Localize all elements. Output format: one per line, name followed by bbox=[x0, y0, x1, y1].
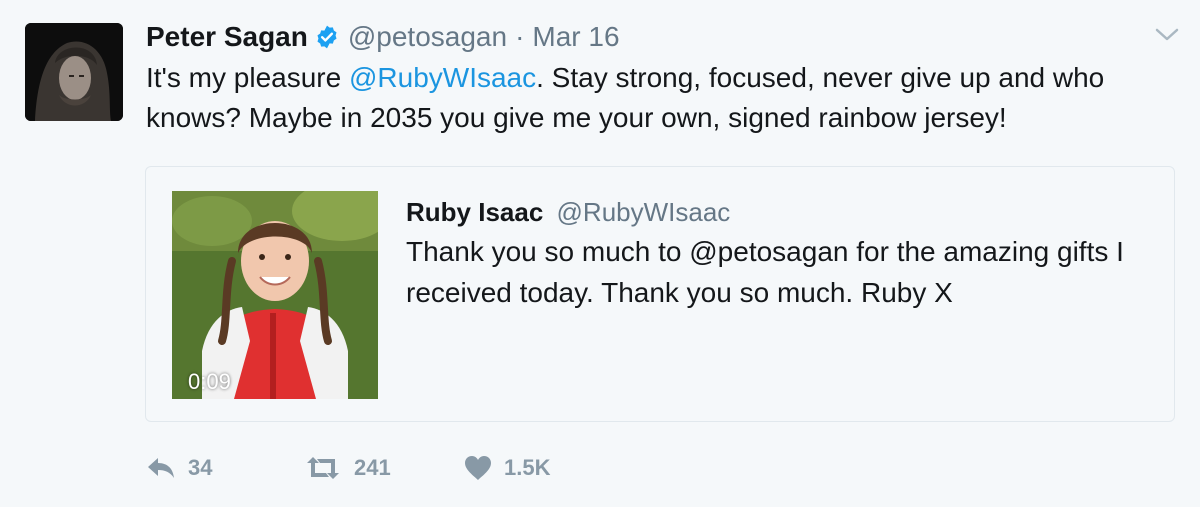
quoted-display-name[interactable]: Ruby Isaac bbox=[406, 197, 543, 227]
quoted-user-handle[interactable]: @RubyWIsaac bbox=[557, 197, 731, 227]
separator-dot: · bbox=[515, 21, 525, 52]
verified-badge-icon bbox=[314, 24, 340, 50]
retweet-icon bbox=[307, 457, 339, 479]
avatar-photo bbox=[25, 23, 123, 121]
video-thumbnail[interactable]: 0:09 bbox=[172, 191, 378, 399]
tweet-date[interactable]: Mar 16 bbox=[532, 21, 619, 53]
tweet-actions: 34 241 1.5K bbox=[146, 448, 604, 488]
retweet-button[interactable]: 241 bbox=[304, 455, 464, 481]
avatar[interactable] bbox=[25, 23, 123, 121]
tweet-text: It's my pleasure @RubyWIsaac. Stay stron… bbox=[146, 58, 1146, 138]
quoted-tweet-card[interactable]: 0:09 Ruby Isaac @RubyWIsaac Thank you so… bbox=[145, 166, 1175, 422]
quoted-tweet-header: Ruby Isaac @RubyWIsaac bbox=[406, 197, 730, 228]
chevron-down-icon[interactable] bbox=[1154, 24, 1180, 46]
like-count: 1.5K bbox=[504, 455, 551, 480]
tweet: Peter Sagan @petosagan · Mar 16 It's my … bbox=[0, 0, 1200, 507]
mention-link[interactable]: @RubyWIsaac bbox=[349, 62, 536, 93]
like-button[interactable]: 1.5K bbox=[464, 455, 604, 481]
user-handle[interactable]: @petosagan bbox=[348, 21, 507, 53]
video-duration: 0:09 bbox=[188, 369, 231, 394]
tweet-text-start: It's my pleasure bbox=[146, 62, 349, 93]
display-name[interactable]: Peter Sagan bbox=[146, 21, 308, 53]
tweet-header: Peter Sagan @petosagan · Mar 16 bbox=[146, 19, 620, 55]
retweet-count: 241 bbox=[354, 455, 391, 480]
heart-icon bbox=[465, 456, 491, 480]
reply-count: 34 bbox=[188, 455, 213, 480]
reply-button[interactable]: 34 bbox=[146, 455, 304, 481]
video-preview-image bbox=[172, 191, 378, 399]
reply-icon bbox=[148, 458, 174, 478]
quoted-tweet-text: Thank you so much to @petosagan for the … bbox=[406, 236, 1124, 308]
